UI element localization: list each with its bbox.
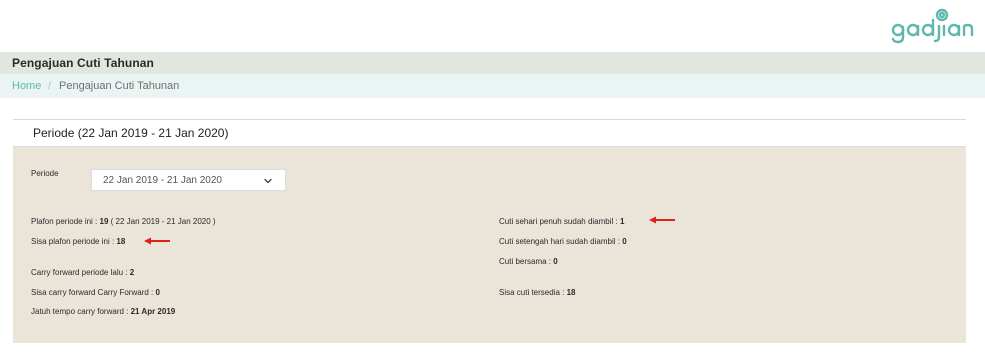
cuti-setengah-row: Cuti setengah hari sudah diambil : 0 xyxy=(499,237,627,246)
plafon-row: Plafon periode ini : 19 ( 22 Jan 2019 - … xyxy=(31,217,216,226)
cuti-setengah-label: Cuti setengah hari sudah diambil : xyxy=(499,237,623,246)
sisa-cuti-row: Sisa cuti tersedia : 18 xyxy=(499,288,576,297)
card-header: Periode (22 Jan 2019 - 21 Jan 2020) xyxy=(13,120,966,147)
breadcrumb-separator: / xyxy=(48,80,52,92)
plafon-suffix: ( 22 Jan 2019 - 21 Jan 2020 ) xyxy=(108,217,216,226)
card-title: Periode (22 Jan 2019 - 21 Jan 2020) xyxy=(33,126,229,140)
page-title-bar: Pengajuan Cuti Tahunan xyxy=(0,52,985,74)
cuti-bersama-label: Cuti bersama : xyxy=(499,257,554,266)
cuti-bersama-row: Cuti bersama : 0 xyxy=(499,257,558,266)
card-body: Periode 22 Jan 2019 - 21 Jan 2020 Plafon… xyxy=(13,147,966,343)
sisa-cuti-label: Sisa cuti tersedia : xyxy=(499,288,567,297)
page-title: Pengajuan Cuti Tahunan xyxy=(12,56,154,70)
periode-select-value: 22 Jan 2019 - 21 Jan 2020 xyxy=(103,175,222,186)
arrow-left-icon xyxy=(144,237,170,245)
breadcrumb-current: Pengajuan Cuti Tahunan xyxy=(59,80,180,92)
periode-select[interactable]: 22 Jan 2019 - 21 Jan 2020 xyxy=(91,169,286,191)
cuti-setengah-value: 0 xyxy=(622,237,627,246)
sisa-cuti-value: 18 xyxy=(566,288,576,297)
cuti-sehari-value: 1 xyxy=(619,217,625,226)
cuti-sehari-label: Cuti sehari penuh sudah diambil : xyxy=(499,217,620,226)
sisa-plafon-label: Sisa plafon periode ini : xyxy=(31,237,117,246)
cuti-sehari-row: Cuti sehari penuh sudah diambil : 1 xyxy=(499,217,624,226)
logo-icon xyxy=(891,8,974,44)
carry-forward-row: Carry forward periode lalu : 2 xyxy=(31,268,134,277)
chevron-down-icon xyxy=(264,178,272,184)
cuti-bersama-value: 0 xyxy=(553,257,558,266)
carry-forward-label: Carry forward periode lalu : xyxy=(31,268,130,277)
periode-card: Periode (22 Jan 2019 - 21 Jan 2020) Peri… xyxy=(13,119,966,343)
breadcrumb: Home / Pengajuan Cuti Tahunan xyxy=(0,74,985,98)
sisa-carry-label: Sisa carry forward Carry Forward : xyxy=(31,288,156,297)
jatuh-tempo-row: Jatuh tempo carry forward : 21 Apr 2019 xyxy=(31,307,175,316)
carry-forward-value: 2 xyxy=(129,268,135,277)
top-bar xyxy=(0,0,985,52)
gadjian-logo[interactable] xyxy=(889,6,977,46)
breadcrumb-home-link[interactable]: Home xyxy=(12,80,41,92)
periode-label: Periode xyxy=(31,169,59,178)
arrow-left-icon xyxy=(649,216,675,224)
sisa-carry-value: 0 xyxy=(155,288,160,297)
sisa-plafon-value: 18 xyxy=(116,237,126,246)
plafon-label: Plafon periode ini : xyxy=(31,217,100,226)
jatuh-tempo-value: 21 Apr 2019 xyxy=(130,307,176,316)
sisa-plafon-row: Sisa plafon periode ini : 18 xyxy=(31,237,125,246)
sisa-carry-row: Sisa carry forward Carry Forward : 0 xyxy=(31,288,160,297)
jatuh-tempo-label: Jatuh tempo carry forward : xyxy=(31,307,131,316)
